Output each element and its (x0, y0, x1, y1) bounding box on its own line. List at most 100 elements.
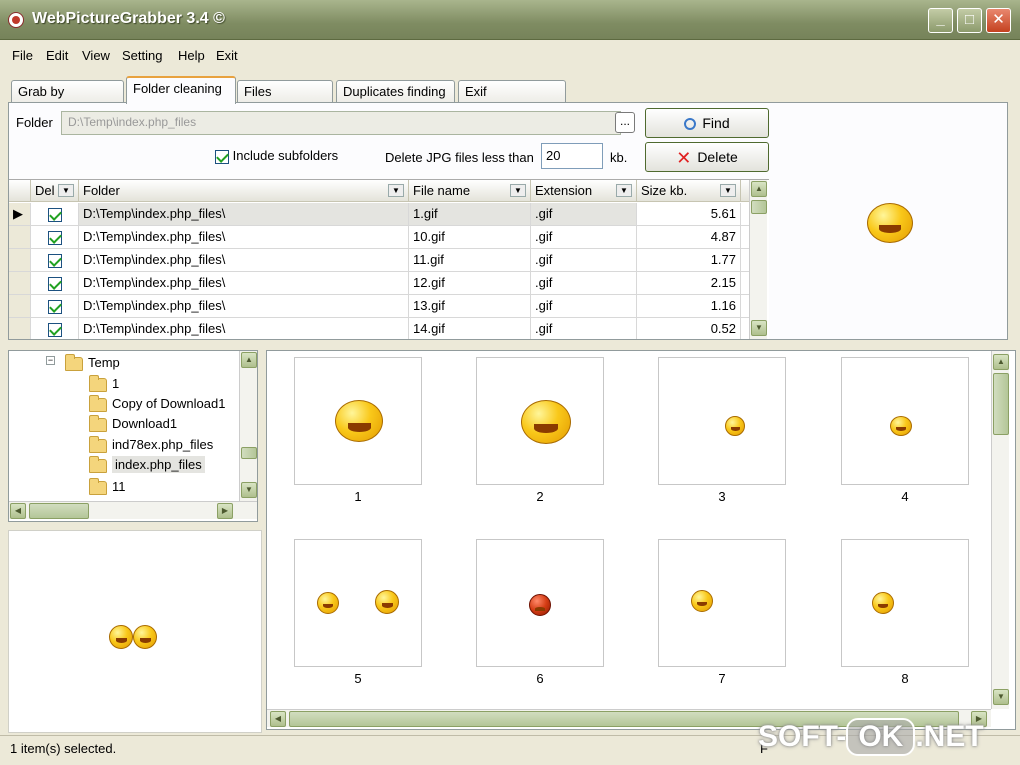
row-del-cell[interactable] (31, 226, 79, 248)
row-del-cell[interactable] (31, 249, 79, 271)
scroll-up-icon[interactable]: ▲ (241, 352, 257, 368)
tree-item-1[interactable]: 1 (89, 374, 119, 396)
row-file-name: 1.gif (409, 203, 531, 225)
search-icon (684, 118, 697, 131)
table-row[interactable]: D:\Temp\index.php_files\ 12.gif .gif 2.1… (9, 272, 749, 295)
del-checkbox[interactable] (47, 322, 62, 337)
row-folder: D:\Temp\index.php_files\ (79, 318, 409, 339)
row-del-cell[interactable] (31, 272, 79, 294)
table-row[interactable]: D:\Temp\index.php_files\ 10.gif .gif 4.8… (9, 226, 749, 249)
tree-item-download1[interactable]: Download1 (89, 414, 177, 436)
scroll-right-icon[interactable]: ▶ (217, 503, 233, 519)
delete-x-icon: ✕ (676, 148, 692, 169)
delete-button[interactable]: ✕ Delete (645, 142, 769, 172)
row-folder: D:\Temp\index.php_files\ (79, 226, 409, 248)
table-row[interactable]: D:\Temp\index.php_files\ 13.gif .gif 1.1… (9, 295, 749, 318)
tree-item-copy-of-download1[interactable]: Copy of Download1 (89, 394, 225, 416)
header-size[interactable]: Size kb. ▼ (637, 180, 741, 202)
chevron-down-icon[interactable]: ▼ (720, 184, 736, 197)
collapse-icon[interactable]: − (46, 356, 55, 365)
tab-folder-cleaning[interactable]: Folder cleaning (126, 76, 236, 104)
gallery-vertical-scrollbar[interactable]: ▲ ▼ (991, 351, 1009, 709)
del-checkbox[interactable] (47, 207, 62, 222)
menu-setting[interactable]: Setting (122, 48, 162, 63)
scroll-down-icon[interactable]: ▼ (993, 689, 1009, 705)
menu-edit[interactable]: Edit (46, 48, 68, 63)
table-row[interactable]: D:\Temp\index.php_files\ 14.gif .gif 0.5… (9, 318, 749, 339)
include-subfolders-checkbox[interactable] (215, 149, 229, 164)
thumbnail-5[interactable] (294, 539, 422, 667)
del-checkbox[interactable] (47, 230, 62, 245)
scroll-down-icon[interactable]: ▼ (751, 320, 767, 336)
scroll-up-icon[interactable]: ▲ (993, 354, 1009, 370)
chevron-down-icon[interactable]: ▼ (58, 184, 74, 197)
thumbnail-1[interactable] (294, 357, 422, 485)
table-row[interactable]: D:\Temp\index.php_files\ 11.gif .gif 1.7… (9, 249, 749, 272)
scroll-up-icon[interactable]: ▲ (751, 181, 767, 197)
scroll-thumb[interactable] (993, 373, 1009, 435)
chevron-down-icon[interactable]: ▼ (510, 184, 526, 197)
include-subfolders[interactable]: Include subfolders (215, 148, 338, 164)
menu-help[interactable]: Help (178, 48, 205, 63)
row-del-cell[interactable] (31, 295, 79, 317)
row-indicator (9, 272, 31, 294)
smiley-icon (890, 416, 912, 436)
browse-button[interactable]: ... (615, 112, 635, 133)
chevron-down-icon[interactable]: ▼ (616, 184, 632, 197)
thumbnail-2[interactable] (476, 357, 604, 485)
jpg-size-input[interactable]: 20 (541, 143, 603, 169)
header-indicator (9, 180, 31, 202)
del-checkbox[interactable] (47, 276, 62, 291)
tab-exif-informations[interactable]: Exif informations (458, 80, 566, 121)
row-indicator-icon: ▶ (9, 203, 31, 225)
minimize-button[interactable]: _ (928, 8, 953, 33)
thumbnail-7[interactable] (658, 539, 786, 667)
del-checkbox[interactable] (47, 299, 62, 314)
tree-item-temp[interactable]: Temp (65, 353, 120, 375)
close-button[interactable]: ✕ (986, 8, 1011, 33)
scroll-thumb[interactable] (751, 200, 767, 214)
header-folder[interactable]: Folder ▼ (79, 180, 409, 202)
tab-files-renaming[interactable]: Files renaming (237, 80, 333, 121)
menu-exit[interactable]: Exit (216, 48, 238, 63)
del-checkbox[interactable] (47, 253, 62, 268)
thumbnail-caption: 3 (718, 489, 726, 504)
menu-view[interactable]: View (82, 48, 110, 63)
thumbnail-8[interactable] (841, 539, 969, 667)
row-indicator (9, 249, 31, 271)
menu-file[interactable]: File (12, 48, 33, 63)
scroll-left-icon[interactable]: ◀ (270, 711, 286, 727)
tree-item-index-php-files[interactable]: index.php_files (89, 455, 205, 477)
table-row[interactable]: ▶ D:\Temp\index.php_files\ 1.gif .gif 5.… (9, 203, 749, 226)
find-button[interactable]: Find (645, 108, 769, 138)
folder-icon (65, 353, 83, 371)
tree-item-ind78ex[interactable]: ind78ex.php_files (89, 435, 213, 457)
row-size: 1.16 (637, 295, 741, 317)
grid-vertical-scrollbar[interactable]: ▲ ▼ (749, 180, 767, 339)
header-del[interactable]: Del ▼ (31, 180, 79, 202)
row-extension: .gif (531, 249, 637, 271)
scroll-down-icon[interactable]: ▼ (241, 482, 257, 498)
scroll-thumb[interactable] (241, 447, 257, 459)
tab-grab-by-template[interactable]: Grab by template (11, 80, 124, 121)
row-del-cell[interactable] (31, 203, 79, 225)
thumbnail-4[interactable] (841, 357, 969, 485)
tree-item-11[interactable]: 11 (89, 477, 126, 499)
tree-vertical-scrollbar[interactable]: ▲ ▼ (239, 351, 257, 501)
row-extension: .gif (531, 295, 637, 317)
row-del-cell[interactable] (31, 318, 79, 339)
tree-horizontal-scrollbar[interactable]: ◀ ▶ (9, 501, 257, 519)
thumbnail-3[interactable] (658, 357, 786, 485)
header-extension[interactable]: Extension ▼ (531, 180, 637, 202)
row-file-name: 11.gif (409, 249, 531, 271)
tab-duplicates-finding[interactable]: Duplicates finding (336, 80, 455, 104)
folder-field[interactable]: D:\Temp\index.php_files (61, 111, 621, 135)
thumbnail-6[interactable] (476, 539, 604, 667)
header-file-name[interactable]: File name ▼ (409, 180, 531, 202)
scroll-left-icon[interactable]: ◀ (10, 503, 26, 519)
chevron-down-icon[interactable]: ▼ (388, 184, 404, 197)
scroll-thumb[interactable] (29, 503, 89, 519)
row-file-name: 10.gif (409, 226, 531, 248)
maximize-button[interactable]: □ (957, 8, 982, 33)
row-size: 1.77 (637, 249, 741, 271)
